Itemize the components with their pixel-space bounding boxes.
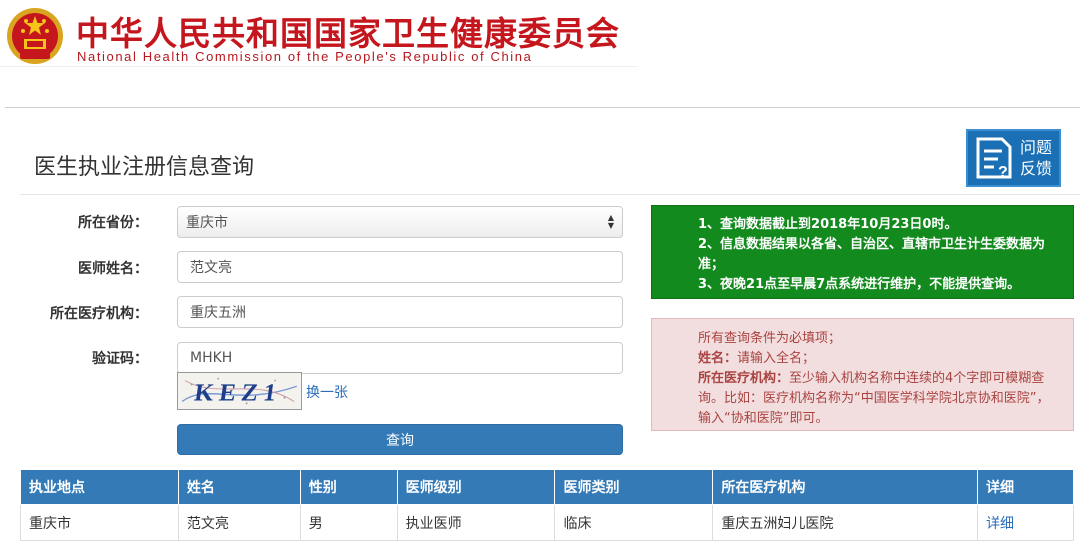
details-link[interactable]: 详细 <box>986 516 1014 532</box>
captcha-image[interactable]: KEZ1 <box>177 372 302 410</box>
svg-text:?: ? <box>998 164 1008 181</box>
header-details: 详细 <box>977 469 1074 505</box>
doctor-name-label: 医师姓名： <box>78 261 148 277</box>
select-arrows-icon: ▲ ▼ <box>607 213 614 230</box>
query-button[interactable]: 查询 <box>177 424 623 455</box>
province-label: 所在省份： <box>78 215 148 231</box>
cell-gender: 男 <box>299 504 398 541</box>
banner-title-en: National Health Commission of the People… <box>77 49 533 64</box>
table-row: 重庆市 范文亮 男 执业医师 临床 重庆五洲妇儿医院 详细 <box>20 504 1074 541</box>
header-doctor-category: 医师类别 <box>554 469 714 505</box>
feedback-label-line1: 问题 <box>1020 138 1053 157</box>
cell-name: 范文亮 <box>177 504 301 541</box>
cell-doctor-category: 临床 <box>554 504 714 541</box>
cell-doctor-level: 执业医师 <box>396 504 556 541</box>
institution-label: 所在医疗机构： <box>50 306 148 322</box>
cell-institution: 重庆五洲妇儿医院 <box>712 504 979 541</box>
province-select-value: 重庆市 <box>186 215 228 231</box>
captcha-refresh-link[interactable]: 换一张 <box>306 382 348 402</box>
header-gender: 性别 <box>299 469 398 505</box>
captcha-label: 验证码： <box>92 351 148 367</box>
site-banner: 中华人民共和国国家卫生健康委员会 National Health Commiss… <box>0 3 638 67</box>
feedback-document-icon: ? <box>976 137 1012 181</box>
header-doctor-level: 医师级别 <box>396 469 556 505</box>
results-header-row: 执业地点 姓名 性别 医师级别 医师类别 所在医疗机构 详细 <box>20 469 1074 505</box>
requirements-notice-box: 所有查询条件为必填项； 姓名：请输入全名； 所在医疗机构：至少输入机构名称中连续… <box>651 318 1074 431</box>
page-title: 医生执业注册信息查询 <box>34 155 255 180</box>
national-emblem-icon <box>7 8 63 64</box>
cell-location: 重庆市 <box>20 504 179 541</box>
header-divider <box>5 107 1080 108</box>
banner-title-cn: 中华人民共和国国家卫生健康委员会 <box>76 14 620 53</box>
header-institution: 所在医疗机构 <box>712 469 979 505</box>
doctor-name-input[interactable]: 范文亮 <box>177 251 623 283</box>
feedback-button[interactable]: ? 问题 反馈 <box>966 129 1061 187</box>
title-divider <box>20 194 1080 195</box>
captcha-image-text: KEZ1 <box>193 380 284 407</box>
data-notice-line-1: 1、查询数据截止到2018年10月23日0时。 <box>698 217 958 232</box>
header-name: 姓名 <box>177 469 301 505</box>
province-select[interactable]: 重庆市 ▲ ▼ <box>177 206 623 238</box>
header-location: 执业地点 <box>20 469 179 505</box>
institution-input[interactable]: 重庆五洲 <box>177 296 623 328</box>
data-notice-line-2: 2、信息数据结果以各省、自治区、直辖市卫生计生委数据为准； <box>698 237 1046 272</box>
requirements-name-text: 请输入全名； <box>737 351 816 366</box>
requirements-line-1: 所有查询条件为必填项； <box>698 331 842 346</box>
requirements-name-key: 姓名： <box>698 351 738 366</box>
data-notice-line-3: 3、夜晚21点至早晨7点系统进行维护，不能提供查询。 <box>698 277 1021 292</box>
data-notice-box: 1、查询数据截止到2018年10月23日0时。 2、信息数据结果以各省、自治区、… <box>651 205 1074 299</box>
results-table: 执业地点 姓名 性别 医师级别 医师类别 所在医疗机构 详细 重庆市 范文亮 男… <box>20 469 1074 541</box>
captcha-input[interactable]: MHKH <box>177 342 623 374</box>
requirements-institution-key: 所在医疗机构： <box>698 371 790 386</box>
feedback-label-line2: 反馈 <box>1020 159 1053 178</box>
